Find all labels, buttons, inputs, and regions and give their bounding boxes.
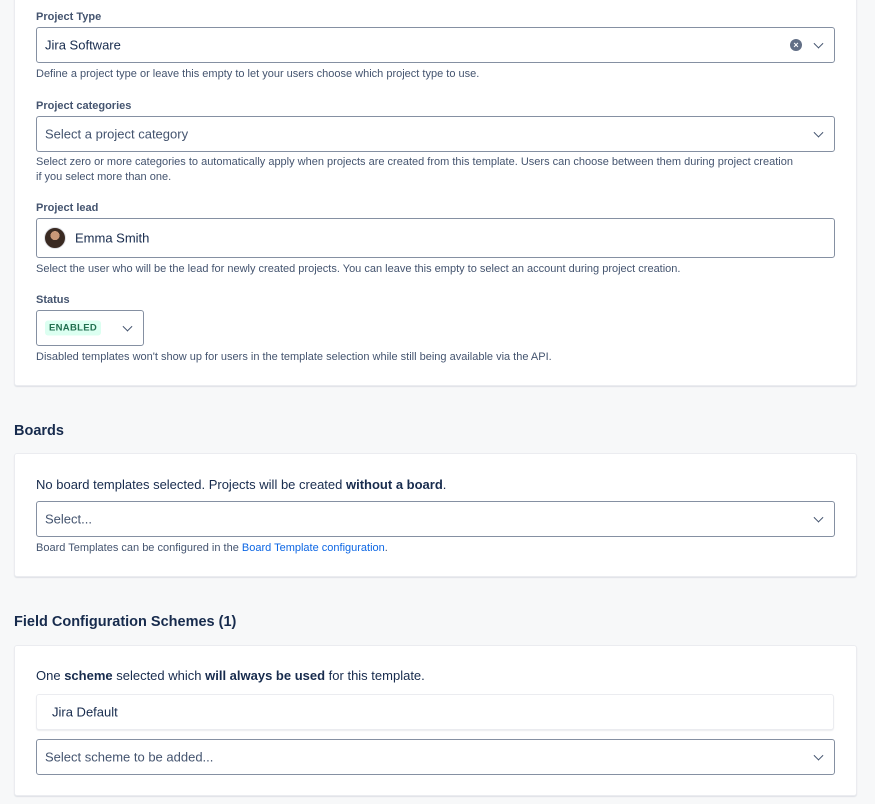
project-categories-help-line1: Select zero or more categories to automa… <box>36 156 793 168</box>
chevron-down-icon[interactable] <box>813 512 824 523</box>
boards-info: No board templates selected. Projects wi… <box>36 477 446 492</box>
field-config-info-3: selected which <box>112 668 206 683</box>
scheme-list-item[interactable]: Jira Default <box>36 694 834 730</box>
chevron-down-icon[interactable] <box>813 750 824 761</box>
page: Project Type Jira Software × Define a pr… <box>0 0 875 804</box>
project-lead-value: Emma Smith <box>75 230 150 246</box>
boards-info-bold: without a board <box>346 477 443 492</box>
boards-heading: Boards <box>14 423 64 439</box>
project-lead-help: Select the user who will be the lead for… <box>36 263 681 275</box>
add-scheme-placeholder: Select scheme to be added... <box>45 749 214 765</box>
chevron-down-icon[interactable] <box>122 321 133 332</box>
boards-help-suffix: . <box>384 542 388 554</box>
details-card: Project Type Jira Software × Define a pr… <box>14 0 857 386</box>
project-categories-placeholder: Select a project category <box>45 126 189 142</box>
board-template-placeholder: Select... <box>45 511 92 527</box>
status-select[interactable]: ENABLED <box>36 310 144 346</box>
project-categories-help-line2: if you select more than one. <box>36 171 172 183</box>
project-type-value: Jira Software <box>45 37 121 53</box>
field-config-info: One scheme selected which will always be… <box>36 668 425 683</box>
scheme-name: Jira Default <box>52 704 118 720</box>
field-config-heading: Field Configuration Schemes (1) <box>14 614 237 630</box>
status-badge: ENABLED <box>45 320 102 336</box>
field-config-info-5: for this template. <box>325 668 425 683</box>
project-categories-label: Project categories <box>36 100 132 112</box>
field-config-card: One scheme selected which will always be… <box>14 645 857 796</box>
status-help: Disabled templates won't show up for use… <box>36 351 552 363</box>
boards-card: No board templates selected. Projects wi… <box>14 453 857 577</box>
project-lead-label: Project lead <box>36 202 99 214</box>
boards-help-prefix: Board Templates can be configured in the <box>36 542 242 554</box>
avatar <box>44 227 66 249</box>
board-template-select[interactable]: Select... <box>36 501 835 537</box>
project-type-label: Project Type <box>36 11 102 23</box>
field-config-info-2: scheme <box>64 668 113 683</box>
field-config-info-1: One <box>36 668 65 683</box>
chevron-down-icon[interactable] <box>813 38 824 49</box>
status-label: Status <box>36 294 70 306</box>
boards-info-prefix: No board templates selected. Projects wi… <box>36 477 346 492</box>
project-type-select[interactable]: Jira Software × <box>36 27 835 63</box>
project-type-help: Define a project type or leave this empt… <box>36 68 480 80</box>
project-lead-select[interactable]: Emma Smith <box>36 218 835 258</box>
clear-icon[interactable]: × <box>790 39 802 51</box>
project-categories-help: Select zero or more categories to automa… <box>36 155 836 185</box>
boards-help: Board Templates can be configured in the… <box>36 541 388 556</box>
board-template-configuration-link[interactable]: Board Template configuration <box>242 542 385 554</box>
chevron-down-icon[interactable] <box>813 127 824 138</box>
project-categories-select[interactable]: Select a project category <box>36 116 835 152</box>
field-config-info-4: will always be used <box>205 668 326 683</box>
boards-info-suffix: . <box>442 477 447 492</box>
add-scheme-select[interactable]: Select scheme to be added... <box>36 739 835 775</box>
